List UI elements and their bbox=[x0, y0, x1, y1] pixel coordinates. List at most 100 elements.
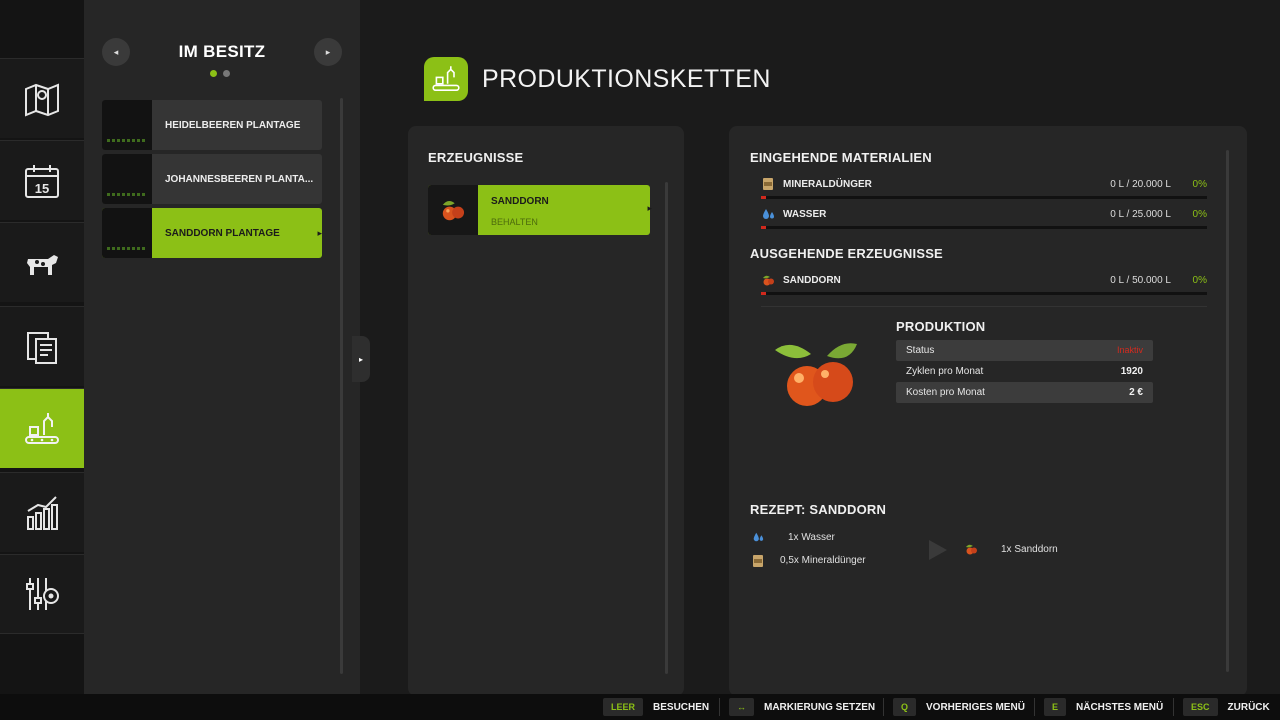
separator bbox=[1173, 698, 1174, 716]
hint-visit[interactable]: LEER BESUCHEN bbox=[603, 694, 709, 720]
owned-item-label: SANDDORN PLANTAGE bbox=[165, 227, 280, 239]
page-dot bbox=[223, 70, 230, 77]
owned-list: HEIDELBEEREN PLANTAGE JOHANNESBEEREN PLA… bbox=[102, 100, 322, 262]
material-fill-bar bbox=[761, 226, 1207, 229]
outgoing-product-row: SANDDORN 0 L / 50.000 L 0% bbox=[761, 273, 1207, 301]
key-badge: E bbox=[1044, 698, 1067, 716]
section-divider bbox=[761, 306, 1207, 307]
material-amount: 0 L / 25.000 L bbox=[1110, 209, 1171, 220]
contracts-icon bbox=[27, 331, 57, 364]
product-item-sanddorn[interactable]: SANDDORN BEHALTEN bbox=[428, 185, 652, 235]
settings-icon bbox=[26, 578, 59, 610]
plantation-thumbnail bbox=[102, 208, 152, 258]
production-chain-icon bbox=[424, 57, 468, 101]
status-row: Status Inaktiv bbox=[896, 340, 1153, 361]
calendar-icon: 15 bbox=[25, 164, 59, 198]
hint-label: NÄCHSTES MENÜ bbox=[1076, 701, 1164, 713]
material-fill-bar bbox=[761, 196, 1207, 199]
outgoing-title: AUSGEHENDE ERZEUGNISSE bbox=[750, 246, 943, 261]
cycles-row: Zyklen pro Monat 1920 bbox=[896, 361, 1153, 382]
hint-label: BESUCHEN bbox=[653, 701, 710, 713]
separator bbox=[883, 698, 884, 716]
cycles-label: Zyklen pro Monat bbox=[906, 366, 984, 377]
incoming-material-row: WASSER 0 L / 25.000 L 0% bbox=[761, 207, 1207, 235]
plantation-thumbnail bbox=[102, 154, 152, 204]
water-drop-icon bbox=[763, 209, 774, 219]
page-indicator bbox=[210, 70, 230, 77]
material-percent: 0% bbox=[1192, 179, 1207, 190]
product-fill-bar bbox=[761, 292, 1207, 295]
footer-hints: LEER BESUCHEN ↔ MARKIERUNG SETZEN Q VORH… bbox=[0, 694, 1280, 720]
production-icon bbox=[25, 412, 59, 444]
previous-page-button[interactable]: ◂ bbox=[102, 38, 130, 66]
hint-previous-menu[interactable]: Q VORHERIGES MENÜ bbox=[893, 694, 1025, 720]
owned-item-johannesbeeren[interactable]: JOHANNESBEEREN PLANTA... bbox=[102, 154, 322, 204]
plantation-thumbnail bbox=[102, 100, 152, 150]
sea-buckthorn-icon bbox=[966, 544, 977, 555]
product-name: SANDDORN bbox=[783, 275, 841, 286]
sidebar-item-map[interactable] bbox=[0, 58, 84, 138]
key-badge: ESC bbox=[1183, 698, 1218, 716]
owned-item-label: HEIDELBEEREN PLANTAGE bbox=[165, 119, 301, 131]
sidebar-item-contracts[interactable] bbox=[0, 306, 84, 386]
cycles-value: 1920 bbox=[1120, 366, 1143, 377]
sidebar-item-calendar[interactable]: 15 bbox=[0, 140, 84, 220]
sidebar-item-animals[interactable] bbox=[0, 222, 84, 302]
page-title: PRODUKTIONSKETTEN bbox=[482, 64, 771, 93]
side-navigation: 15 bbox=[0, 0, 92, 694]
incoming-material-row: MINERALDÜNGER 0 L / 20.000 L 0% bbox=[761, 177, 1207, 205]
cost-label: Kosten pro Monat bbox=[906, 387, 985, 398]
recipe-title: REZEPT: SANDDORN bbox=[750, 502, 887, 517]
products-title: ERZEUGNISSE bbox=[428, 150, 524, 165]
owned-panel: ◂ IM BESITZ ▸ HEIDELBEEREN PLANTAGE JOHA… bbox=[84, 0, 360, 694]
cost-value: 2 € bbox=[1129, 387, 1143, 398]
hint-label: MARKIERUNG SETZEN bbox=[764, 701, 876, 713]
sidebar-item-settings[interactable] bbox=[0, 554, 84, 634]
key-badge: LEER bbox=[603, 698, 644, 716]
recipe-output: 1x Sanddorn bbox=[1001, 544, 1058, 555]
animals-icon bbox=[27, 254, 58, 275]
products-panel: ERZEUGNISSE SANDDORN BEHALTEN bbox=[408, 126, 684, 696]
sea-buckthorn-icon bbox=[763, 275, 774, 286]
calendar-date: 15 bbox=[35, 181, 49, 196]
page-header: PRODUKTIONSKETTEN bbox=[424, 56, 771, 102]
key-badge: ↔ bbox=[729, 698, 754, 716]
status-label: Status bbox=[906, 345, 935, 356]
recipe-arrow-icon bbox=[929, 540, 947, 560]
map-icon bbox=[25, 83, 59, 116]
recipe-input: 0,5x Mineraldünger bbox=[780, 555, 866, 566]
next-page-button[interactable]: ▸ bbox=[314, 38, 342, 66]
cost-row: Kosten pro Monat 2 € bbox=[896, 382, 1153, 403]
hint-label: VORHERIGES MENÜ bbox=[926, 701, 1025, 713]
owned-title: IM BESITZ bbox=[178, 42, 266, 61]
separator bbox=[1034, 698, 1035, 716]
owned-item-label: JOHANNESBEEREN PLANTA... bbox=[165, 173, 314, 185]
key-badge: Q bbox=[893, 698, 917, 716]
products-scrollbar[interactable] bbox=[665, 182, 668, 674]
hint-next-menu[interactable]: E NÄCHSTES MENÜ bbox=[1044, 694, 1163, 720]
product-amount: 0 L / 50.000 L bbox=[1110, 275, 1171, 286]
water-drop-icon bbox=[753, 532, 764, 542]
owned-scrollbar[interactable] bbox=[340, 98, 343, 674]
sea-buckthorn-large-icon bbox=[775, 343, 857, 406]
owned-header: ◂ IM BESITZ ▸ bbox=[102, 36, 342, 66]
production-title: PRODUKTION bbox=[896, 319, 986, 334]
fertilizer-icon bbox=[753, 555, 763, 567]
hint-set-marker[interactable]: ↔ MARKIERUNG SETZEN bbox=[729, 694, 875, 720]
hint-label: ZURÜCK bbox=[1227, 701, 1270, 713]
statistics-icon bbox=[27, 495, 58, 530]
collapse-panel-button[interactable]: ▸ bbox=[352, 336, 370, 382]
product-mode: BEHALTEN bbox=[491, 217, 538, 227]
sidebar-item-statistics[interactable] bbox=[0, 472, 84, 552]
page-dot-active bbox=[210, 70, 217, 77]
details-scrollbar[interactable] bbox=[1226, 150, 1229, 672]
material-percent: 0% bbox=[1192, 209, 1207, 220]
sidebar-item-production[interactable] bbox=[0, 388, 92, 468]
material-amount: 0 L / 20.000 L bbox=[1110, 179, 1171, 190]
owned-item-sanddorn[interactable]: SANDDORN PLANTAGE bbox=[102, 208, 322, 258]
owned-item-heidelbeeren[interactable]: HEIDELBEEREN PLANTAGE bbox=[102, 100, 322, 150]
hint-back[interactable]: ESC ZURÜCK bbox=[1183, 694, 1270, 720]
details-panel: EINGEHENDE MATERIALIEN MINERALDÜNGER 0 L… bbox=[729, 126, 1247, 696]
separator bbox=[719, 698, 720, 716]
sea-buckthorn-icon bbox=[428, 185, 478, 235]
